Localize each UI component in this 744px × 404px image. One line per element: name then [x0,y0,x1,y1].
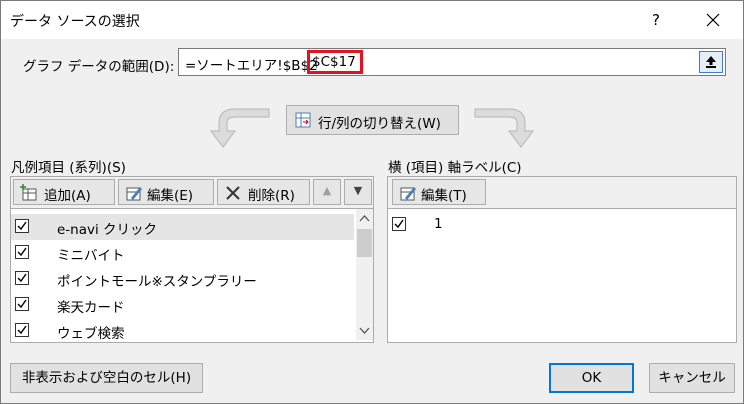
edit-axis-label: 編集(T) [421,188,467,204]
series-label: ポイントモール※スタンプラリー [57,274,257,290]
checkmark-icon [17,221,27,231]
switch-row-column-icon [295,112,311,128]
delete-series-button[interactable]: 削除(R) [217,179,310,205]
left-curved-arrow-icon [210,108,270,148]
switch-row-column-button[interactable]: 行/列の切り替え(W) [286,105,459,135]
chart-data-range-input[interactable]: =ソートエリア!$B$2 $C$17 [178,48,726,76]
series-checkbox[interactable] [15,245,29,259]
series-section-title: 凡例項目 (系列)(S) [11,160,126,176]
axis-label-item[interactable]: 1 [388,212,734,238]
collapse-dialog-button[interactable] [699,51,723,73]
axis-section-title: 横 (項目) 軸ラベル(C) [388,160,522,176]
delete-x-icon [226,186,240,200]
axis-labels-list[interactable]: 1 [387,208,737,343]
add-series-label: 追加(A) [44,188,91,204]
axis-label-text: 1 [434,216,443,232]
select-data-source-dialog: データ ソースの選択 ? グラフ データの範囲(D): =ソートエリア!$B$2… [0,0,744,404]
axis-toolbar: 編集(T) [387,176,737,208]
dialog-title: データ ソースの選択 [10,14,140,30]
switch-row-column-label: 行/列の切り替え(W) [318,116,441,132]
series-toolbar: 追加(A) 編集(E) 削除(R) ▲ ▼ [10,176,374,208]
checkmark-icon [394,219,404,229]
checkmark-icon [17,247,27,257]
scrollbar-thumb[interactable] [357,229,372,257]
edit-series-button[interactable]: 編集(E) [118,179,214,205]
edit-series-label: 編集(E) [147,188,194,204]
help-button[interactable]: ? [641,7,671,33]
ok-button[interactable]: OK [549,363,634,393]
cancel-button[interactable]: キャンセル [649,363,735,393]
add-series-button[interactable]: 追加(A) [13,179,115,205]
series-checkbox[interactable] [15,271,29,285]
collapse-arrow-icon [706,56,716,68]
close-button[interactable] [695,7,731,33]
series-item[interactable]: e-navi クリック [11,214,354,240]
move-down-button[interactable]: ▼ [344,179,372,205]
axis-label-checkbox[interactable] [392,217,406,231]
right-curved-arrow-icon [474,108,534,148]
series-list[interactable]: e-navi クリック ミニバイト ポイントモール※スタンプラリー 楽天カード … [10,208,374,343]
move-up-button[interactable]: ▲ [313,179,341,205]
series-label: 楽天カード [57,300,125,316]
series-item[interactable]: ポイントモール※スタンプラリー [11,266,354,292]
series-checkbox[interactable] [15,297,29,311]
series-checkbox[interactable] [15,323,29,337]
checkmark-icon [17,325,27,335]
series-label: ウェブ検索 [57,326,125,342]
series-item[interactable]: ウェブ検索 [11,318,354,344]
range-value: =ソートエリア!$B$2 [185,58,318,74]
series-label: e-navi クリック [57,222,158,238]
edit-table-icon [400,187,416,201]
scroll-down-icon [359,327,370,334]
series-scrollbar[interactable] [356,209,373,340]
title-bar: データ ソースの選択 ? [1,1,743,39]
checkmark-icon [17,273,27,283]
edit-axis-button[interactable]: 編集(T) [392,179,486,205]
scroll-up-icon [359,215,370,222]
hidden-empty-cells-button[interactable]: 非表示および空白のセル(H) [10,363,203,393]
close-icon [706,13,720,27]
add-table-icon [20,184,37,201]
delete-series-label: 削除(R) [248,188,295,204]
series-item[interactable]: 楽天カード [11,292,354,318]
range-value-highlight: $C$17 [307,50,363,74]
chart-data-range-label: グラフ データの範囲(D): [23,59,175,75]
series-item[interactable]: ミニバイト [11,240,354,266]
series-label: ミニバイト [57,248,125,264]
series-checkbox[interactable] [15,219,29,233]
edit-table-icon [126,187,142,201]
checkmark-icon [17,299,27,309]
